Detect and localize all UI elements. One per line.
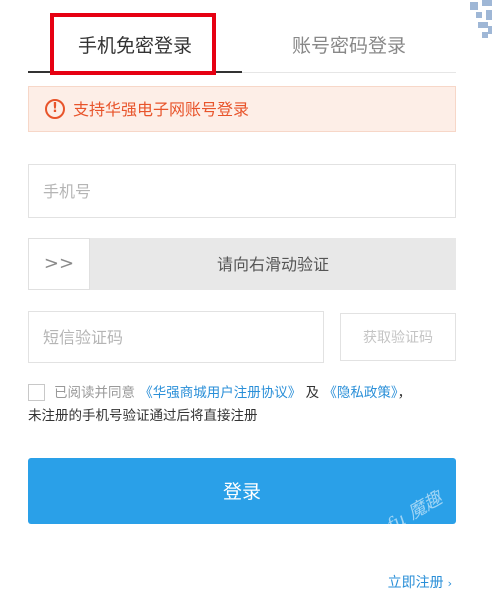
active-tab-underline: [28, 71, 242, 73]
agreement-prefix: 已阅读并同意: [54, 385, 135, 401]
slide-verification[interactable]: >> 请向右滑动验证: [28, 238, 456, 290]
slider-handle-double-chevron-icon[interactable]: >>: [28, 238, 90, 290]
sms-code-input[interactable]: [28, 311, 324, 363]
auto-register-note: 未注册的手机号验证通过后将直接注册: [28, 408, 258, 424]
privacy-policy-link[interactable]: 《隐私政策》: [323, 385, 397, 401]
tab-sms-login[interactable]: 手机免密登录: [28, 16, 242, 72]
chevron-right-icon: ›: [447, 577, 452, 590]
get-code-button[interactable]: 获取验证码: [340, 313, 456, 361]
tabs-divider: [242, 72, 456, 73]
info-alert: ! 支持华强电子网账号登录: [28, 86, 456, 132]
register-label: 立即注册: [387, 575, 444, 591]
login-button[interactable]: 登录: [28, 458, 456, 524]
agreement-checkbox[interactable]: [28, 384, 45, 401]
agreement-comma: ，: [397, 385, 412, 401]
slider-instruction: 请向右滑动验证: [216, 255, 329, 274]
register-link[interactable]: 立即注册 ›: [388, 572, 452, 592]
login-tabs: 手机免密登录 账号密码登录: [28, 16, 456, 74]
alert-text: 支持华强电子网账号登录: [73, 100, 250, 119]
agreement-line: 已阅读并同意 《华强商城用户注册协议》 及 《隐私政策》，: [54, 382, 411, 404]
agreement-and: 及: [305, 385, 320, 401]
phone-input[interactable]: [28, 164, 456, 218]
tab-password-login[interactable]: 账号密码登录: [242, 16, 456, 72]
alert-circle-icon: !: [45, 99, 65, 119]
user-agreement-link[interactable]: 《华强商城用户注册协议》: [139, 385, 301, 401]
